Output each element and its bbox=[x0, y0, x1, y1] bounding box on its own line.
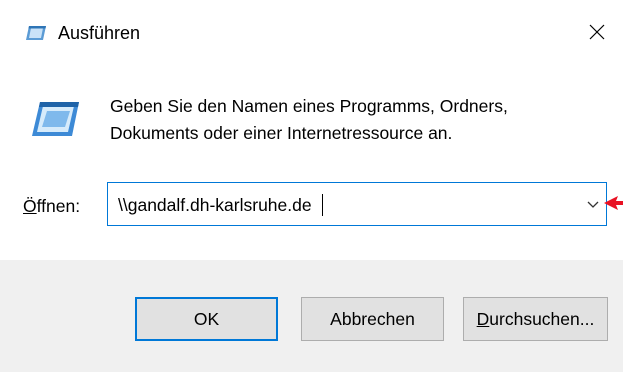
open-combobox[interactable]: \\gandalf.dh-karlsruhe.de bbox=[107, 182, 607, 226]
window-title: Ausführen bbox=[58, 23, 141, 43]
cancel-button-label: Abbrechen bbox=[330, 308, 415, 329]
run-icon bbox=[26, 26, 46, 40]
open-input-value: \\gandalf.dh-karlsruhe.de bbox=[118, 195, 312, 215]
close-icon bbox=[589, 24, 605, 40]
instruction-line-2: Dokuments oder einer Internetressource a… bbox=[110, 123, 453, 143]
title-bar[interactable]: Ausführen bbox=[0, 0, 623, 62]
run-program-icon bbox=[32, 102, 79, 136]
cancel-button[interactable]: Abbrechen bbox=[301, 297, 444, 341]
open-label-accelerator: Ö bbox=[23, 196, 37, 216]
instruction-line-1: Geben Sie den Namen eines Programms, Ord… bbox=[110, 96, 508, 116]
text-cursor bbox=[321, 194, 323, 216]
dialog-body: Geben Sie den Namen eines Programms, Ord… bbox=[0, 62, 623, 260]
browse-button-label: urchsuchen... bbox=[489, 308, 595, 329]
chevron-down-icon[interactable] bbox=[586, 197, 600, 211]
close-button[interactable] bbox=[580, 16, 614, 48]
run-dialog: Ausführen Geben Sie den Namen eines Prog… bbox=[0, 0, 623, 372]
button-bar: OK Abbrechen Durchsuchen... bbox=[0, 260, 623, 372]
ok-button-label: OK bbox=[193, 308, 220, 329]
instruction-text: Geben Sie den Namen eines Programms, Ord… bbox=[110, 93, 580, 147]
open-label-text: ffnen: bbox=[36, 196, 81, 216]
open-label: Öffnen: bbox=[23, 194, 80, 218]
red-arrow-pointer-icon bbox=[604, 196, 623, 210]
open-input[interactable]: \\gandalf.dh-karlsruhe.de bbox=[118, 193, 323, 217]
browse-button-accelerator: D bbox=[476, 308, 490, 329]
browse-button[interactable]: Durchsuchen... bbox=[463, 297, 608, 341]
ok-button[interactable]: OK bbox=[135, 297, 278, 341]
